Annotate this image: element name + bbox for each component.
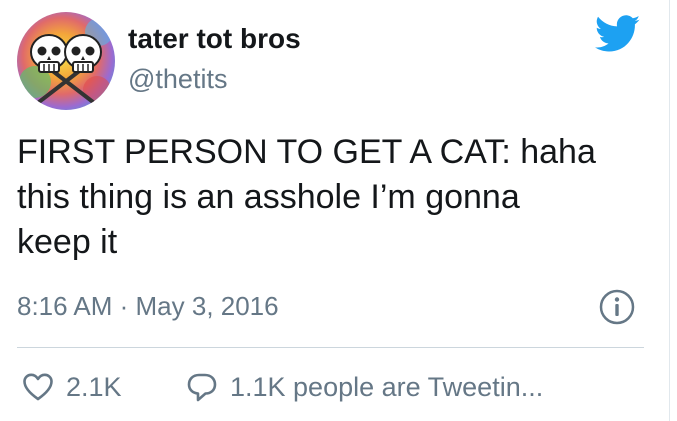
heart-outline-icon <box>22 371 54 403</box>
tweet-card: tater tot bros @thetits FIRST PERSON TO … <box>0 0 670 421</box>
info-circle-icon[interactable] <box>598 288 636 326</box>
skull-avatar-image <box>17 12 115 110</box>
speech-bubble-icon <box>186 371 218 403</box>
divider <box>17 347 644 348</box>
tweet-time: 8:16 AM <box>17 291 113 321</box>
like-button[interactable]: 2.1K <box>22 368 122 406</box>
twitter-bird-icon[interactable] <box>594 15 641 53</box>
conversation-label: 1.1K people are Tweetin... <box>230 372 544 402</box>
timestamp[interactable]: 8:16 AM · May 3, 2016 <box>17 290 279 322</box>
tweet-text-line: this thing is an asshole I’m gonna <box>17 178 520 216</box>
avatar[interactable] <box>17 12 115 110</box>
tweet-text-line: keep it <box>17 223 118 261</box>
conversation-button[interactable]: 1.1K people are Tweetin... <box>186 368 543 406</box>
tweet-date: May 3, 2016 <box>135 291 279 321</box>
tweet-text: FIRST PERSON TO GET A CAT: haha this thi… <box>17 130 657 265</box>
meta-separator: · <box>112 291 136 321</box>
like-count: 2.1K <box>66 372 122 402</box>
display-name[interactable]: tater tot bros <box>128 22 301 56</box>
tweet-text-line: FIRST PERSON TO GET A CAT: haha <box>17 133 596 171</box>
user-handle[interactable]: @thetits <box>128 63 227 95</box>
